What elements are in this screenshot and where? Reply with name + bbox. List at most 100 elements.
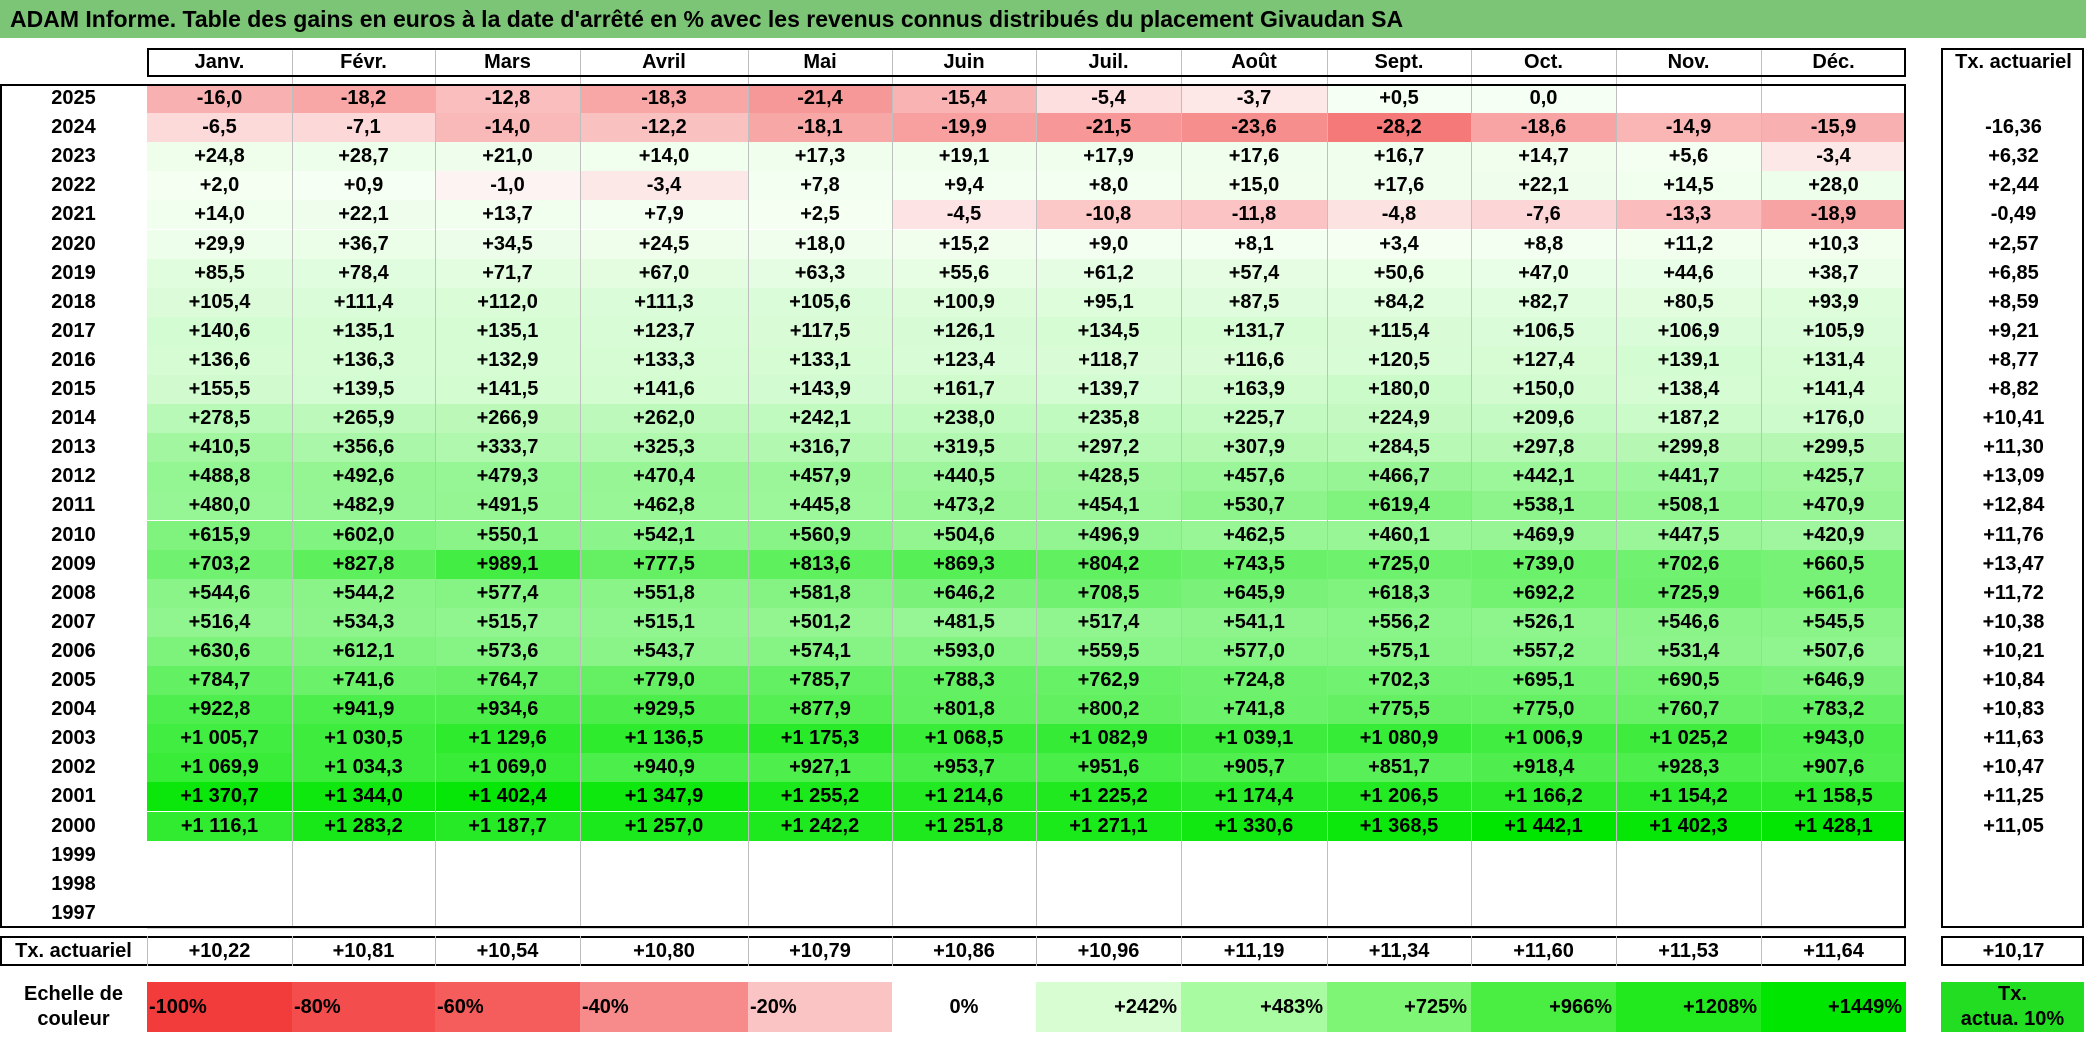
gain-cell: +1 005,7 <box>147 724 292 754</box>
gain-cell: +1 175,3 <box>748 724 892 754</box>
gain-cell: +989,1 <box>435 549 580 579</box>
gain-cell <box>1181 869 1327 899</box>
gain-cell: +36,7 <box>292 229 435 259</box>
gain-cell: +1 116,1 <box>147 811 292 841</box>
column-divider <box>1036 48 1037 928</box>
gain-cell: +1 187,7 <box>435 811 580 841</box>
gain-cell: -3,7 <box>1181 84 1327 114</box>
gain-cell <box>1471 840 1616 870</box>
gain-cell: -13,3 <box>1616 200 1761 230</box>
gain-cell: +777,5 <box>580 549 748 579</box>
gain-cell: +307,9 <box>1181 433 1327 463</box>
gain-cell: +760,7 <box>1616 695 1761 725</box>
gain-cell <box>1036 898 1181 928</box>
gain-cell: +1 082,9 <box>1036 724 1181 754</box>
gain-cell: +470,4 <box>580 462 748 492</box>
year-label: 2013 <box>51 436 96 459</box>
footer-rate-cell: +11,64 <box>1803 939 1864 962</box>
gain-cell: +517,4 <box>1036 607 1181 637</box>
gain-cell <box>892 898 1036 928</box>
gain-cell: +1 154,2 <box>1616 782 1761 812</box>
footer-divider <box>292 935 293 966</box>
gain-cell: +112,0 <box>435 287 580 317</box>
gain-cell <box>1761 869 1906 899</box>
gain-cell: +134,5 <box>1036 316 1181 346</box>
gain-cell: +123,4 <box>892 345 1036 375</box>
gain-cell: +545,5 <box>1761 607 1906 637</box>
gain-cell: +85,5 <box>147 258 292 288</box>
gain-cell: +695,1 <box>1471 666 1616 696</box>
gain-cell: +28,7 <box>292 142 435 172</box>
gain-cell: +560,9 <box>748 520 892 550</box>
gain-cell: +1 225,2 <box>1036 782 1181 812</box>
color-scale-step: +242% <box>1036 981 1181 1032</box>
gain-cell: +150,0 <box>1471 375 1616 405</box>
gain-cell: +934,6 <box>435 695 580 725</box>
gain-cell: +224,9 <box>1327 404 1471 434</box>
year-label: 2000 <box>51 814 96 837</box>
month-header: Juin <box>943 51 985 73</box>
gain-cell: +44,6 <box>1616 258 1761 288</box>
gain-cell: +593,0 <box>892 636 1036 666</box>
footer-divider <box>1471 935 1472 966</box>
rate-scale-legend: Tx. actua. 10% <box>1941 981 2084 1032</box>
gain-cell: +38,7 <box>1761 258 1906 288</box>
gain-cell <box>292 898 435 928</box>
gain-cell: +692,2 <box>1471 578 1616 608</box>
gain-cell: +442,1 <box>1471 462 1616 492</box>
color-scale-step: +966% <box>1471 981 1616 1032</box>
gain-cell: +117,5 <box>748 316 892 346</box>
footer-rate-cell: +10,54 <box>476 939 539 962</box>
month-header: Mai <box>803 51 837 73</box>
gain-cell: -6,5 <box>147 113 292 143</box>
gain-cell: +63,3 <box>748 258 892 288</box>
gain-cell: +516,4 <box>147 607 292 637</box>
color-scale-step: -100% <box>147 981 292 1032</box>
gain-cell: -10,8 <box>1036 200 1181 230</box>
gain-cell <box>1761 898 1906 928</box>
gain-cell: +24,8 <box>147 142 292 172</box>
gain-cell: +454,1 <box>1036 491 1181 521</box>
rate-cell: +8,59 <box>1988 290 2039 313</box>
rate-cell: +11,05 <box>1983 814 2044 837</box>
year-label: 1998 <box>51 872 96 895</box>
gain-cell: +708,5 <box>1036 578 1181 608</box>
column-divider <box>1327 48 1328 928</box>
gain-cell <box>1327 869 1471 899</box>
gain-cell: -18,1 <box>748 113 892 143</box>
gain-cell: +1 255,2 <box>748 782 892 812</box>
gain-cell: +100,9 <box>892 287 1036 317</box>
gain-cell <box>580 898 748 928</box>
month-header: Nov. <box>1667 51 1710 73</box>
gain-cell: +1 068,5 <box>892 724 1036 754</box>
rate-cell: +11,72 <box>1983 581 2044 604</box>
footer-rate-cell: +11,19 <box>1223 939 1285 962</box>
column-divider <box>1181 48 1182 928</box>
gain-cell: +0,9 <box>292 171 435 201</box>
gain-cell: +907,6 <box>1761 753 1906 783</box>
gain-cell: +504,6 <box>892 520 1036 550</box>
footer-rate-cell: +10,96 <box>1077 939 1140 962</box>
gain-cell: +482,9 <box>292 491 435 521</box>
gain-cell: +262,0 <box>580 404 748 434</box>
gain-cell: +1 006,9 <box>1471 724 1616 754</box>
month-header: Déc. <box>1812 51 1855 73</box>
year-label: 2010 <box>51 523 96 546</box>
year-label: 2014 <box>51 407 96 430</box>
rate-cell: +10,38 <box>1982 610 2045 633</box>
gain-cell: +84,2 <box>1327 287 1471 317</box>
footer-divider <box>1327 935 1328 966</box>
gain-cell: +8,8 <box>1471 229 1616 259</box>
gain-cell: +410,5 <box>147 433 292 463</box>
gain-cell: +922,8 <box>147 695 292 725</box>
gain-cell: +123,7 <box>580 316 748 346</box>
gain-cell: +428,5 <box>1036 462 1181 492</box>
gain-cell: +143,9 <box>748 375 892 405</box>
gain-cell: -15,9 <box>1761 113 1906 143</box>
gain-cell: +71,7 <box>435 258 580 288</box>
gain-cell: +284,5 <box>1327 433 1471 463</box>
gain-cell: +1 370,7 <box>147 782 292 812</box>
year-label: 2023 <box>51 145 96 168</box>
gain-cell: -7,1 <box>292 113 435 143</box>
rate-cell: +11,63 <box>1983 727 2044 750</box>
